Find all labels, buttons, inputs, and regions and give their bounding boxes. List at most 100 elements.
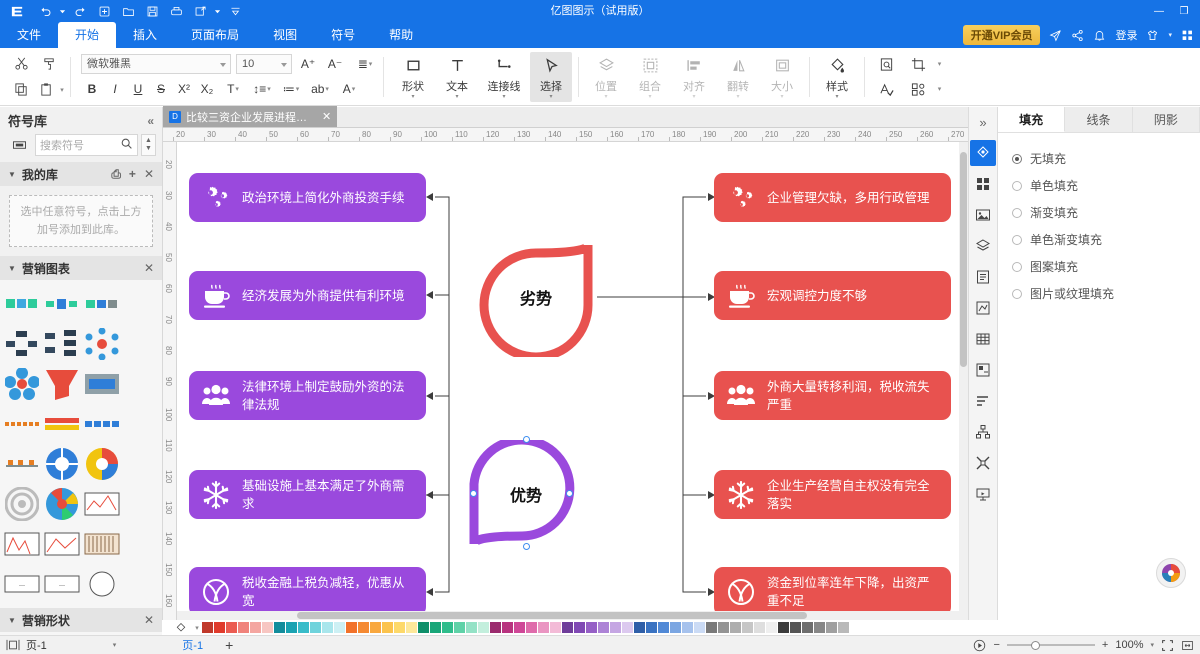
color-swatch[interactable] — [574, 622, 585, 633]
page-tab-1[interactable]: 页-1 — [182, 637, 203, 653]
color-swatch[interactable] — [514, 622, 525, 633]
symbol-item[interactable] — [43, 525, 81, 563]
rail-scatter-icon[interactable] — [970, 450, 996, 476]
menu-item-help[interactable]: 帮助 — [372, 22, 430, 48]
skin-icon[interactable] — [1146, 29, 1159, 42]
color-wheel-float-button[interactable] — [1156, 558, 1186, 588]
color-swatch[interactable] — [538, 622, 549, 633]
symbol-item[interactable] — [3, 525, 41, 563]
color-swatch[interactable] — [310, 622, 321, 633]
line-spacing-button[interactable]: ↕≡ ▾ — [248, 79, 276, 99]
color-swatch[interactable] — [622, 622, 633, 633]
bullet-list-button[interactable]: ≔ ▾ — [277, 79, 305, 99]
rail-shapes-icon[interactable] — [970, 171, 996, 197]
color-swatch[interactable] — [526, 622, 537, 633]
color-swatch[interactable] — [478, 622, 489, 633]
copy-icon[interactable] — [8, 79, 34, 101]
rail-collapse-icon[interactable]: » — [970, 109, 996, 135]
scroll-thumb[interactable] — [960, 152, 967, 367]
card-weakness-2[interactable]: 宏观调控力度不够 — [714, 271, 951, 320]
zoom-dropdown-icon[interactable]: ▾ — [1150, 641, 1154, 649]
add-page-button[interactable]: + — [225, 637, 233, 653]
color-swatch[interactable] — [274, 622, 285, 633]
rail-theme-icon[interactable] — [970, 357, 996, 383]
export-icon[interactable] — [189, 1, 211, 21]
color-swatch[interactable] — [826, 622, 837, 633]
new-icon[interactable] — [93, 1, 115, 21]
color-swatch[interactable] — [202, 622, 213, 633]
vertical-ruler[interactable]: 2030405060708090100110120130140150160170… — [163, 142, 177, 620]
color-swatch[interactable] — [262, 622, 273, 633]
canvas-horizontal-scrollbar[interactable] — [177, 611, 959, 620]
collapse-panel-icon[interactable]: « — [147, 114, 154, 128]
paste-icon[interactable] — [36, 79, 56, 101]
close-section-icon[interactable]: ✕ — [144, 613, 154, 627]
color-swatch[interactable] — [346, 622, 357, 633]
scroll-down-icon[interactable]: ▼ — [145, 145, 152, 153]
node-weakness[interactable]: 劣势 — [475, 237, 597, 362]
card-strength-1[interactable]: 政治环境上简化外商投资手续 — [189, 173, 426, 222]
color-swatch[interactable] — [370, 622, 381, 633]
symbol-item[interactable]: — — [3, 565, 41, 603]
size-button[interactable]: 大小 ▾ — [761, 52, 803, 102]
rail-org-icon[interactable] — [970, 419, 996, 445]
tab-shadow[interactable]: 阴影 — [1132, 107, 1200, 132]
card-strength-5[interactable]: 税收金融上税负减轻，优惠从宽 — [189, 567, 426, 616]
search-input[interactable]: 搜索符号 — [35, 134, 138, 156]
color-swatch[interactable] — [586, 622, 597, 633]
card-weakness-4[interactable]: 企业生产经营自主权没有完全落实 — [714, 470, 951, 519]
close-tab-icon[interactable]: ✕ — [322, 110, 331, 123]
section-marketing-shapes[interactable]: ▼ 营销形状 ✕ — [0, 608, 162, 632]
tab-fill[interactable]: 填充 — [998, 107, 1066, 132]
card-weakness-3[interactable]: 外商大量转移利润，税收流失严重 — [714, 371, 951, 420]
page-view-icon[interactable] — [6, 639, 20, 651]
undo-icon[interactable] — [34, 1, 56, 21]
menu-item-page-layout[interactable]: 页面布局 — [174, 22, 256, 48]
import-library-icon[interactable]: ⎙ — [111, 167, 121, 182]
tab-line[interactable]: 线条 — [1065, 107, 1133, 132]
export-dropdown-icon[interactable] — [213, 1, 222, 21]
color-swatch[interactable] — [682, 622, 693, 633]
symbol-item[interactable] — [3, 445, 41, 483]
card-strength-4[interactable]: 基础设施上基本满足了外商需求 — [189, 470, 426, 519]
symbol-item[interactable]: — — [43, 565, 81, 603]
position-button[interactable]: 位置 ▾ — [585, 52, 627, 102]
color-swatch[interactable] — [598, 622, 609, 633]
fit-page-icon[interactable] — [1161, 639, 1174, 652]
maximize-button[interactable]: ❐ — [1172, 0, 1196, 22]
fill-option-gradient[interactable]: 渐变填充 — [1012, 199, 1200, 226]
symbol-item[interactable] — [3, 485, 41, 523]
login-button[interactable]: 登录 — [1115, 27, 1137, 43]
color-swatch[interactable] — [286, 622, 297, 633]
color-swatch[interactable] — [334, 622, 345, 633]
color-swatch[interactable] — [250, 622, 261, 633]
symbol-item[interactable] — [83, 445, 121, 483]
color-swatch[interactable] — [838, 622, 849, 633]
color-swatch[interactable] — [442, 622, 453, 633]
selection-handle-top[interactable] — [523, 436, 530, 443]
color-swatch[interactable] — [814, 622, 825, 633]
notification-bell-icon[interactable] — [1093, 29, 1106, 42]
symbol-item[interactable] — [43, 325, 81, 363]
color-swatch[interactable] — [778, 622, 789, 633]
color-swatch[interactable] — [658, 622, 669, 633]
color-swatch[interactable] — [766, 622, 777, 633]
symbol-item[interactable] — [83, 285, 121, 323]
color-swatch[interactable] — [490, 622, 501, 633]
library-scroll-buttons[interactable]: ▲ ▼ — [141, 134, 156, 156]
section-marketing-charts[interactable]: ▼ 营销图表 ✕ — [0, 256, 162, 280]
symbol-item[interactable] — [83, 405, 121, 443]
scroll-up-icon[interactable]: ▲ — [145, 137, 152, 145]
superscript-button[interactable]: X² — [173, 79, 195, 99]
fill-option-picture-texture[interactable]: 图片或纹理填充 — [1012, 280, 1200, 307]
send-icon[interactable] — [1049, 29, 1062, 42]
color-swatch[interactable] — [322, 622, 333, 633]
color-swatch[interactable] — [754, 622, 765, 633]
symbol-item[interactable] — [43, 365, 81, 403]
symbol-item[interactable] — [83, 365, 121, 403]
color-swatch[interactable] — [238, 622, 249, 633]
symbol-item[interactable] — [83, 325, 121, 363]
color-swatch[interactable] — [610, 622, 621, 633]
rail-present-icon[interactable] — [970, 481, 996, 507]
add-symbol-icon[interactable]: + — [129, 167, 136, 182]
